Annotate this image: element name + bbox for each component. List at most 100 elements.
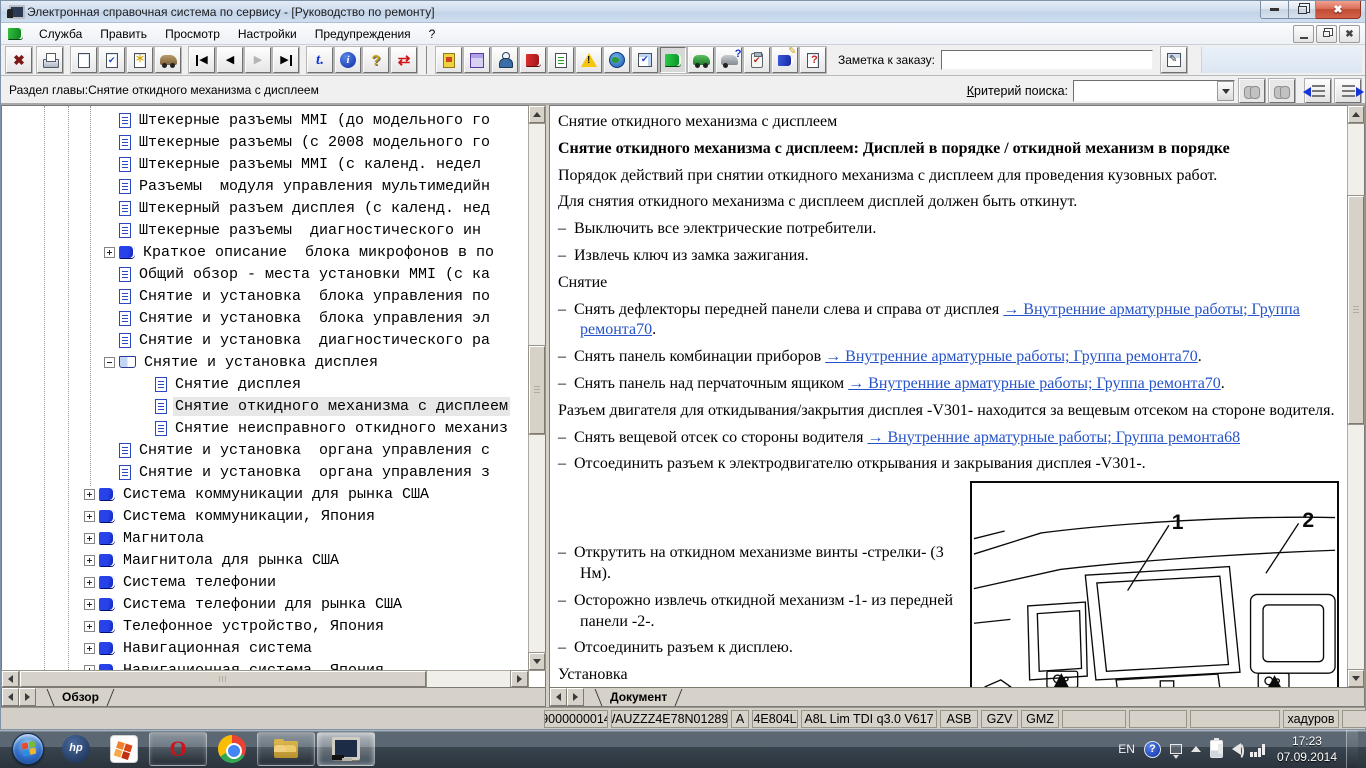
tree-item[interactable]: Общий обзор - места установки MMI (с ка bbox=[2, 263, 528, 285]
menu-item-2[interactable]: Просмотр bbox=[156, 24, 229, 44]
tree-item[interactable]: Система коммуникации для рынка США bbox=[2, 483, 528, 505]
tree-item[interactable]: Снятие и установка блока управления по bbox=[2, 285, 528, 307]
clock[interactable]: 17:23 07.09.2014 bbox=[1277, 733, 1337, 765]
scroll-down-button[interactable] bbox=[529, 653, 545, 670]
search-criteria-combobox[interactable] bbox=[1073, 80, 1235, 102]
jump-forward-button[interactable] bbox=[1335, 79, 1361, 103]
tab-scroll-right-button[interactable] bbox=[19, 688, 36, 706]
tree-item[interactable]: Штекерные разъемы MMI (до модельного го bbox=[2, 109, 528, 131]
hp-taskbar-button[interactable] bbox=[53, 732, 99, 766]
tree-item[interactable]: Снятие и установка органа управления з bbox=[2, 461, 528, 483]
minimize-button[interactable] bbox=[1260, 1, 1289, 19]
opera-taskbar-button[interactable] bbox=[149, 732, 207, 766]
tree-item[interactable]: Навигационная система bbox=[2, 637, 528, 659]
chrome-taskbar-button[interactable] bbox=[209, 732, 255, 766]
history-button[interactable]: t. bbox=[307, 47, 333, 73]
swap-button[interactable]: ⇄ bbox=[391, 47, 417, 73]
print-button[interactable] bbox=[37, 47, 63, 73]
document-help-button[interactable] bbox=[800, 47, 826, 73]
scroll-thumb[interactable] bbox=[20, 671, 426, 687]
globe-button[interactable] bbox=[604, 47, 630, 73]
photos-taskbar-button[interactable] bbox=[101, 732, 147, 766]
customer-button[interactable] bbox=[492, 47, 518, 73]
tree-expander-minus[interactable] bbox=[104, 357, 115, 368]
tree-item[interactable]: Навигационная система, Япония bbox=[2, 659, 528, 670]
mdi-restore-button[interactable] bbox=[1316, 25, 1337, 43]
menu-item-0[interactable]: Служба bbox=[30, 24, 91, 44]
scroll-up-button[interactable] bbox=[1348, 106, 1364, 123]
nav-first-button[interactable]: ◀ bbox=[189, 47, 215, 73]
order-note-input[interactable] bbox=[941, 50, 1153, 70]
folder-taskbar-button[interactable] bbox=[257, 732, 315, 766]
menu-item-1[interactable]: Править bbox=[91, 24, 156, 44]
tree-horizontal-scrollbar[interactable] bbox=[2, 670, 528, 687]
worklist-button[interactable] bbox=[548, 47, 574, 73]
tree-item[interactable]: Система телефонии bbox=[2, 571, 528, 593]
service-book-button[interactable] bbox=[520, 47, 546, 73]
combo-dropdown-button[interactable] bbox=[1217, 81, 1234, 101]
tab-scroll-left-button[interactable] bbox=[550, 688, 567, 706]
nav-last-button[interactable]: ▶ bbox=[273, 47, 299, 73]
scroll-left-button[interactable] bbox=[2, 671, 19, 687]
show-hidden-icons-button[interactable] bbox=[1191, 746, 1201, 752]
notes-book-button[interactable] bbox=[772, 47, 798, 73]
scroll-up-button[interactable] bbox=[529, 106, 545, 123]
menu-item-4[interactable]: Предупреждения bbox=[306, 24, 420, 44]
tab-document[interactable]: Документ bbox=[598, 688, 679, 706]
volume-icon[interactable] bbox=[1232, 743, 1241, 755]
tree-item[interactable]: Краткое описание блока микрофонов в по bbox=[2, 241, 528, 263]
tab-overview[interactable]: Обзор bbox=[50, 688, 111, 706]
window-tray-icon[interactable] bbox=[1170, 744, 1182, 754]
order-note-button[interactable] bbox=[1161, 47, 1187, 73]
menu-app-book-icon[interactable] bbox=[8, 28, 23, 39]
doc-link[interactable]: → Внутренние арматурные работы; Группа р… bbox=[848, 375, 1221, 392]
show-desktop-button[interactable] bbox=[1346, 730, 1358, 768]
nav-prev-button[interactable]: ◀ bbox=[217, 47, 243, 73]
new-document-button[interactable] bbox=[71, 47, 97, 73]
tree-item[interactable]: Снятие и установка блока управления эл bbox=[2, 307, 528, 329]
document-check-button[interactable] bbox=[99, 47, 125, 73]
warnings-button[interactable] bbox=[576, 47, 602, 73]
jump-back-button[interactable] bbox=[1305, 79, 1331, 103]
tree-item[interactable]: Снятие и установка дисплея bbox=[2, 351, 528, 373]
document-new-note-button[interactable] bbox=[127, 47, 153, 73]
tree-item[interactable]: Разъемы модуля управления мультимедийн bbox=[2, 175, 528, 197]
tree-expander-plus[interactable] bbox=[84, 599, 95, 610]
scroll-thumb[interactable] bbox=[1348, 196, 1364, 424]
tab-scroll-left-button[interactable] bbox=[2, 688, 19, 706]
menu-item-3[interactable]: Настройки bbox=[229, 24, 306, 44]
protocol-button[interactable] bbox=[632, 47, 658, 73]
elsa-taskbar-button[interactable] bbox=[317, 732, 375, 766]
doc-link[interactable]: → Внутренние арматурные работы; Группа р… bbox=[867, 429, 1240, 446]
tree-expander-plus[interactable] bbox=[104, 247, 115, 258]
scroll-down-button[interactable] bbox=[1348, 670, 1364, 687]
tree-expander-plus[interactable] bbox=[84, 621, 95, 632]
tree-expander-plus[interactable] bbox=[84, 533, 95, 544]
tree-item[interactable]: Штекерные разъемы MMI (с календ. недел bbox=[2, 153, 528, 175]
start-taskbar-button[interactable] bbox=[5, 732, 51, 766]
language-indicator[interactable]: EN bbox=[1118, 742, 1135, 756]
doc-link[interactable]: → Внутренние арматурные работы; Группа р… bbox=[825, 348, 1198, 365]
tree-item[interactable]: Система коммуникации, Япония bbox=[2, 505, 528, 527]
scroll-thumb[interactable] bbox=[529, 346, 545, 434]
tree-item[interactable]: Маигнитола для рынка США bbox=[2, 549, 528, 571]
tree-expander-plus[interactable] bbox=[84, 489, 95, 500]
tree-item[interactable]: Снятие неисправного откидного механиз bbox=[2, 417, 528, 439]
exit-button[interactable]: ✖ bbox=[6, 47, 32, 73]
tree-expander-plus[interactable] bbox=[84, 555, 95, 566]
tree-item[interactable]: Штекерные разъемы диагностического ин bbox=[2, 219, 528, 241]
tree-item[interactable]: Штекерный разъем дисплея (с календ. нед bbox=[2, 197, 528, 219]
tab-scroll-right-button[interactable] bbox=[567, 688, 584, 706]
tree-item[interactable]: Система телефонии для рынка США bbox=[2, 593, 528, 615]
tree-expander-plus[interactable] bbox=[84, 577, 95, 588]
search-criteria-input[interactable] bbox=[1074, 81, 1217, 101]
vehicle-data-button[interactable] bbox=[688, 47, 714, 73]
find-next-button[interactable] bbox=[1269, 79, 1295, 103]
network-icon[interactable] bbox=[1250, 741, 1268, 757]
tree-item[interactable]: Снятие дисплея bbox=[2, 373, 528, 395]
tree-vertical-scrollbar[interactable] bbox=[528, 106, 545, 670]
restore-button[interactable] bbox=[1289, 1, 1316, 19]
order-button[interactable] bbox=[744, 47, 770, 73]
sim-card-button[interactable] bbox=[436, 47, 462, 73]
vehicle-button[interactable] bbox=[155, 47, 181, 73]
